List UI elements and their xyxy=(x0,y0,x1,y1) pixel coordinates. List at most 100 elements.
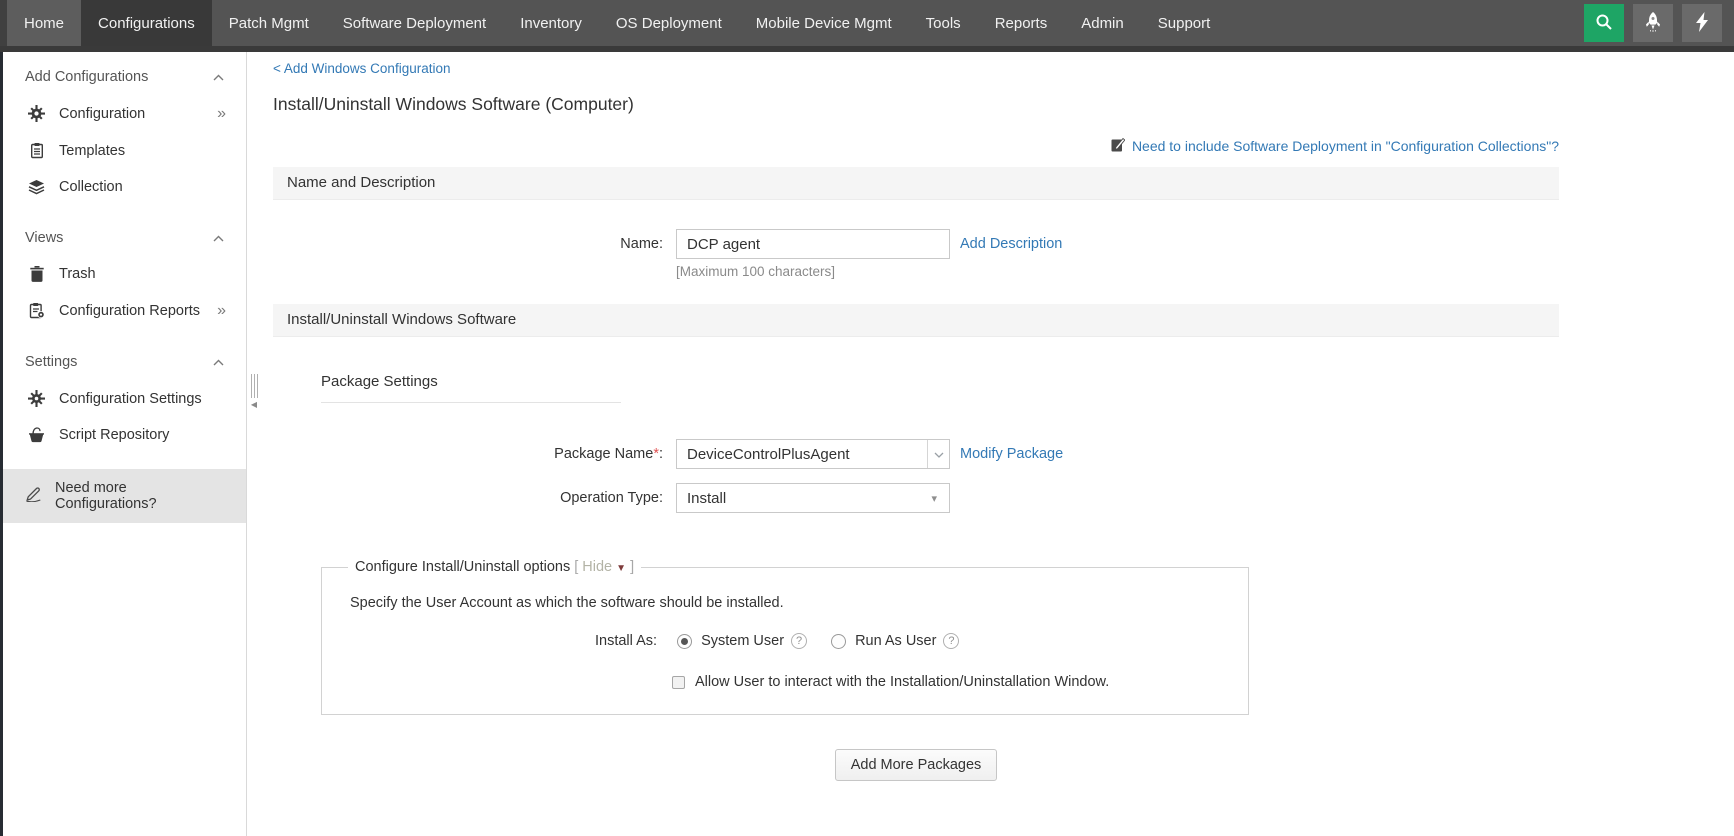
quick-actions-button[interactable] xyxy=(1682,4,1722,42)
search-icon xyxy=(1595,13,1613,34)
add-description-link[interactable]: Add Description xyxy=(960,236,1062,252)
main-content: < Add Windows Configuration Install/Unin… xyxy=(247,52,1734,836)
nav-item-mobile-device-mgmt[interactable]: Mobile Device Mgmt xyxy=(739,0,909,46)
chevron-down-icon xyxy=(934,445,944,463)
operation-type-label: Operation Type: xyxy=(273,490,663,506)
sidebar-item-templates[interactable]: Templates xyxy=(3,132,246,169)
nav-left-pad xyxy=(0,0,7,46)
writing-pen-icon xyxy=(25,487,43,506)
package-settings-title: Package Settings xyxy=(321,373,621,403)
allow-interact-checkbox[interactable] xyxy=(672,676,685,689)
package-name-label: Package Name*: xyxy=(273,446,663,462)
nav-item-home[interactable]: Home xyxy=(7,0,81,46)
install-as-label: Install As: xyxy=(595,633,657,649)
nav-item-tools[interactable]: Tools xyxy=(909,0,978,46)
submenu-arrow-icon: » xyxy=(217,106,226,122)
clipboard-gear-icon xyxy=(27,302,46,319)
sidebar-resize-handle[interactable]: ◀ xyxy=(248,374,260,409)
section-header-name-and-description: Name and Description xyxy=(273,167,1559,200)
install-as-row: Install As: System User ? Run As User ? xyxy=(595,633,1224,649)
page-title: Install/Uninstall Windows Software (Comp… xyxy=(273,94,1559,115)
operation-type-row: Operation Type: Install ▾ xyxy=(273,483,1559,513)
package-name-row: Package Name*: Modify Package xyxy=(273,439,1559,469)
sidebar-gap xyxy=(3,329,246,343)
radio-system-user[interactable] xyxy=(677,634,692,649)
bracket-open: [ xyxy=(574,559,578,575)
collapse-left-icon: ◀ xyxy=(251,401,257,409)
nav-item-os-deployment[interactable]: OS Deployment xyxy=(599,0,739,46)
nav-item-configurations[interactable]: Configurations xyxy=(81,0,212,46)
sidebar-item-configuration[interactable]: Configuration » xyxy=(3,95,246,132)
package-name-dropdown-button[interactable] xyxy=(927,440,949,468)
collections-help-link[interactable]: Need to include Software Deployment in "… xyxy=(1132,138,1559,154)
layers-icon xyxy=(27,179,46,195)
modify-package-link[interactable]: Modify Package xyxy=(960,446,1063,462)
name-input[interactable] xyxy=(676,229,950,259)
hide-options-link[interactable]: Hide xyxy=(582,559,612,575)
sidebar-item-configuration-reports[interactable]: Configuration Reports » xyxy=(3,292,246,329)
label-colon: : xyxy=(659,446,663,462)
hide-caret-icon[interactable]: ▼ xyxy=(616,563,626,574)
sidebar-item-trash[interactable]: Trash xyxy=(3,256,246,292)
radio-system-user-label[interactable]: System User xyxy=(701,633,784,649)
launcher-button[interactable] xyxy=(1633,4,1673,42)
nav-item-admin[interactable]: Admin xyxy=(1064,0,1141,46)
sidebar-item-configuration-settings[interactable]: Configuration Settings xyxy=(3,380,246,417)
bracket-close: ] xyxy=(630,559,634,575)
gear-icon xyxy=(27,105,46,122)
select-caret-icon: ▾ xyxy=(931,492,937,505)
gears-icon xyxy=(27,390,46,407)
section-header-install-uninstall: Install/Uninstall Windows Software xyxy=(273,304,1559,337)
sidebar-item-collection[interactable]: Collection xyxy=(3,169,246,205)
sidebar-item-label: Collection xyxy=(59,179,123,195)
operation-type-select[interactable]: Install ▾ xyxy=(676,483,950,513)
sidebar-section-settings[interactable]: Settings xyxy=(3,343,246,380)
package-name-input[interactable] xyxy=(677,440,927,468)
nav-item-reports[interactable]: Reports xyxy=(978,0,1065,46)
chevron-up-icon xyxy=(213,235,224,242)
sidebar-item-label: Templates xyxy=(59,143,125,159)
name-label: Name: xyxy=(273,236,663,252)
operation-type-value: Install xyxy=(687,490,726,507)
nav-item-support[interactable]: Support xyxy=(1141,0,1228,46)
sidebar-item-label: Configuration xyxy=(59,106,145,122)
sidebar-item-need-more-configurations[interactable]: Need more Configurations? xyxy=(3,469,246,523)
package-name-combobox xyxy=(676,439,950,469)
clipboard-icon xyxy=(27,142,46,159)
back-link-add-windows-configuration[interactable]: < Add Windows Configuration xyxy=(273,61,450,76)
user-account-description: Specify the User Account as which the so… xyxy=(346,595,1224,611)
rocket-icon xyxy=(1645,12,1661,35)
nav-item-software-deployment[interactable]: Software Deployment xyxy=(326,0,503,46)
add-more-packages-row: Add More Packages xyxy=(273,749,1559,781)
sidebar-section-add-configurations[interactable]: Add Configurations xyxy=(3,58,246,95)
allow-interact-label[interactable]: Allow User to interact with the Installa… xyxy=(695,674,1109,690)
sidebar-section-views[interactable]: Views xyxy=(3,219,246,256)
collections-help-row: Need to include Software Deployment in "… xyxy=(273,137,1559,155)
max-characters-hint: [Maximum 100 characters] xyxy=(676,264,1559,279)
sidebar-item-label: Need more Configurations? xyxy=(55,480,226,512)
basket-icon xyxy=(27,427,46,443)
help-icon-run-as-user[interactable]: ? xyxy=(943,633,959,649)
help-icon-system-user[interactable]: ? xyxy=(791,633,807,649)
sidebar-item-label: Script Repository xyxy=(59,427,169,443)
sidebar-section-title: Settings xyxy=(25,354,77,370)
nav-item-inventory[interactable]: Inventory xyxy=(503,0,599,46)
note-pencil-icon xyxy=(1111,137,1125,155)
trash-icon xyxy=(27,266,46,282)
radio-run-as-user-label[interactable]: Run As User xyxy=(855,633,936,649)
configure-options-fieldset: Configure Install/Uninstall options [ Hi… xyxy=(321,559,1249,715)
chevron-up-icon xyxy=(213,359,224,366)
lightning-icon xyxy=(1695,12,1709,35)
add-more-packages-button[interactable]: Add More Packages xyxy=(835,749,998,781)
sidebar-item-label: Configuration Settings xyxy=(59,391,202,407)
radio-run-as-user[interactable] xyxy=(831,634,846,649)
nav-item-patch-mgmt[interactable]: Patch Mgmt xyxy=(212,0,326,46)
sidebar-section-title: Views xyxy=(25,230,63,246)
sidebar-item-script-repository[interactable]: Script Repository xyxy=(3,417,246,453)
sidebar: Add Configurations Configuration » Templ… xyxy=(0,52,247,836)
nav-actions xyxy=(1584,0,1734,46)
grip-dots-icon xyxy=(251,374,258,398)
search-button[interactable] xyxy=(1584,4,1624,42)
sidebar-gap xyxy=(3,205,246,219)
name-field-row: Name: Add Description xyxy=(273,229,1559,259)
